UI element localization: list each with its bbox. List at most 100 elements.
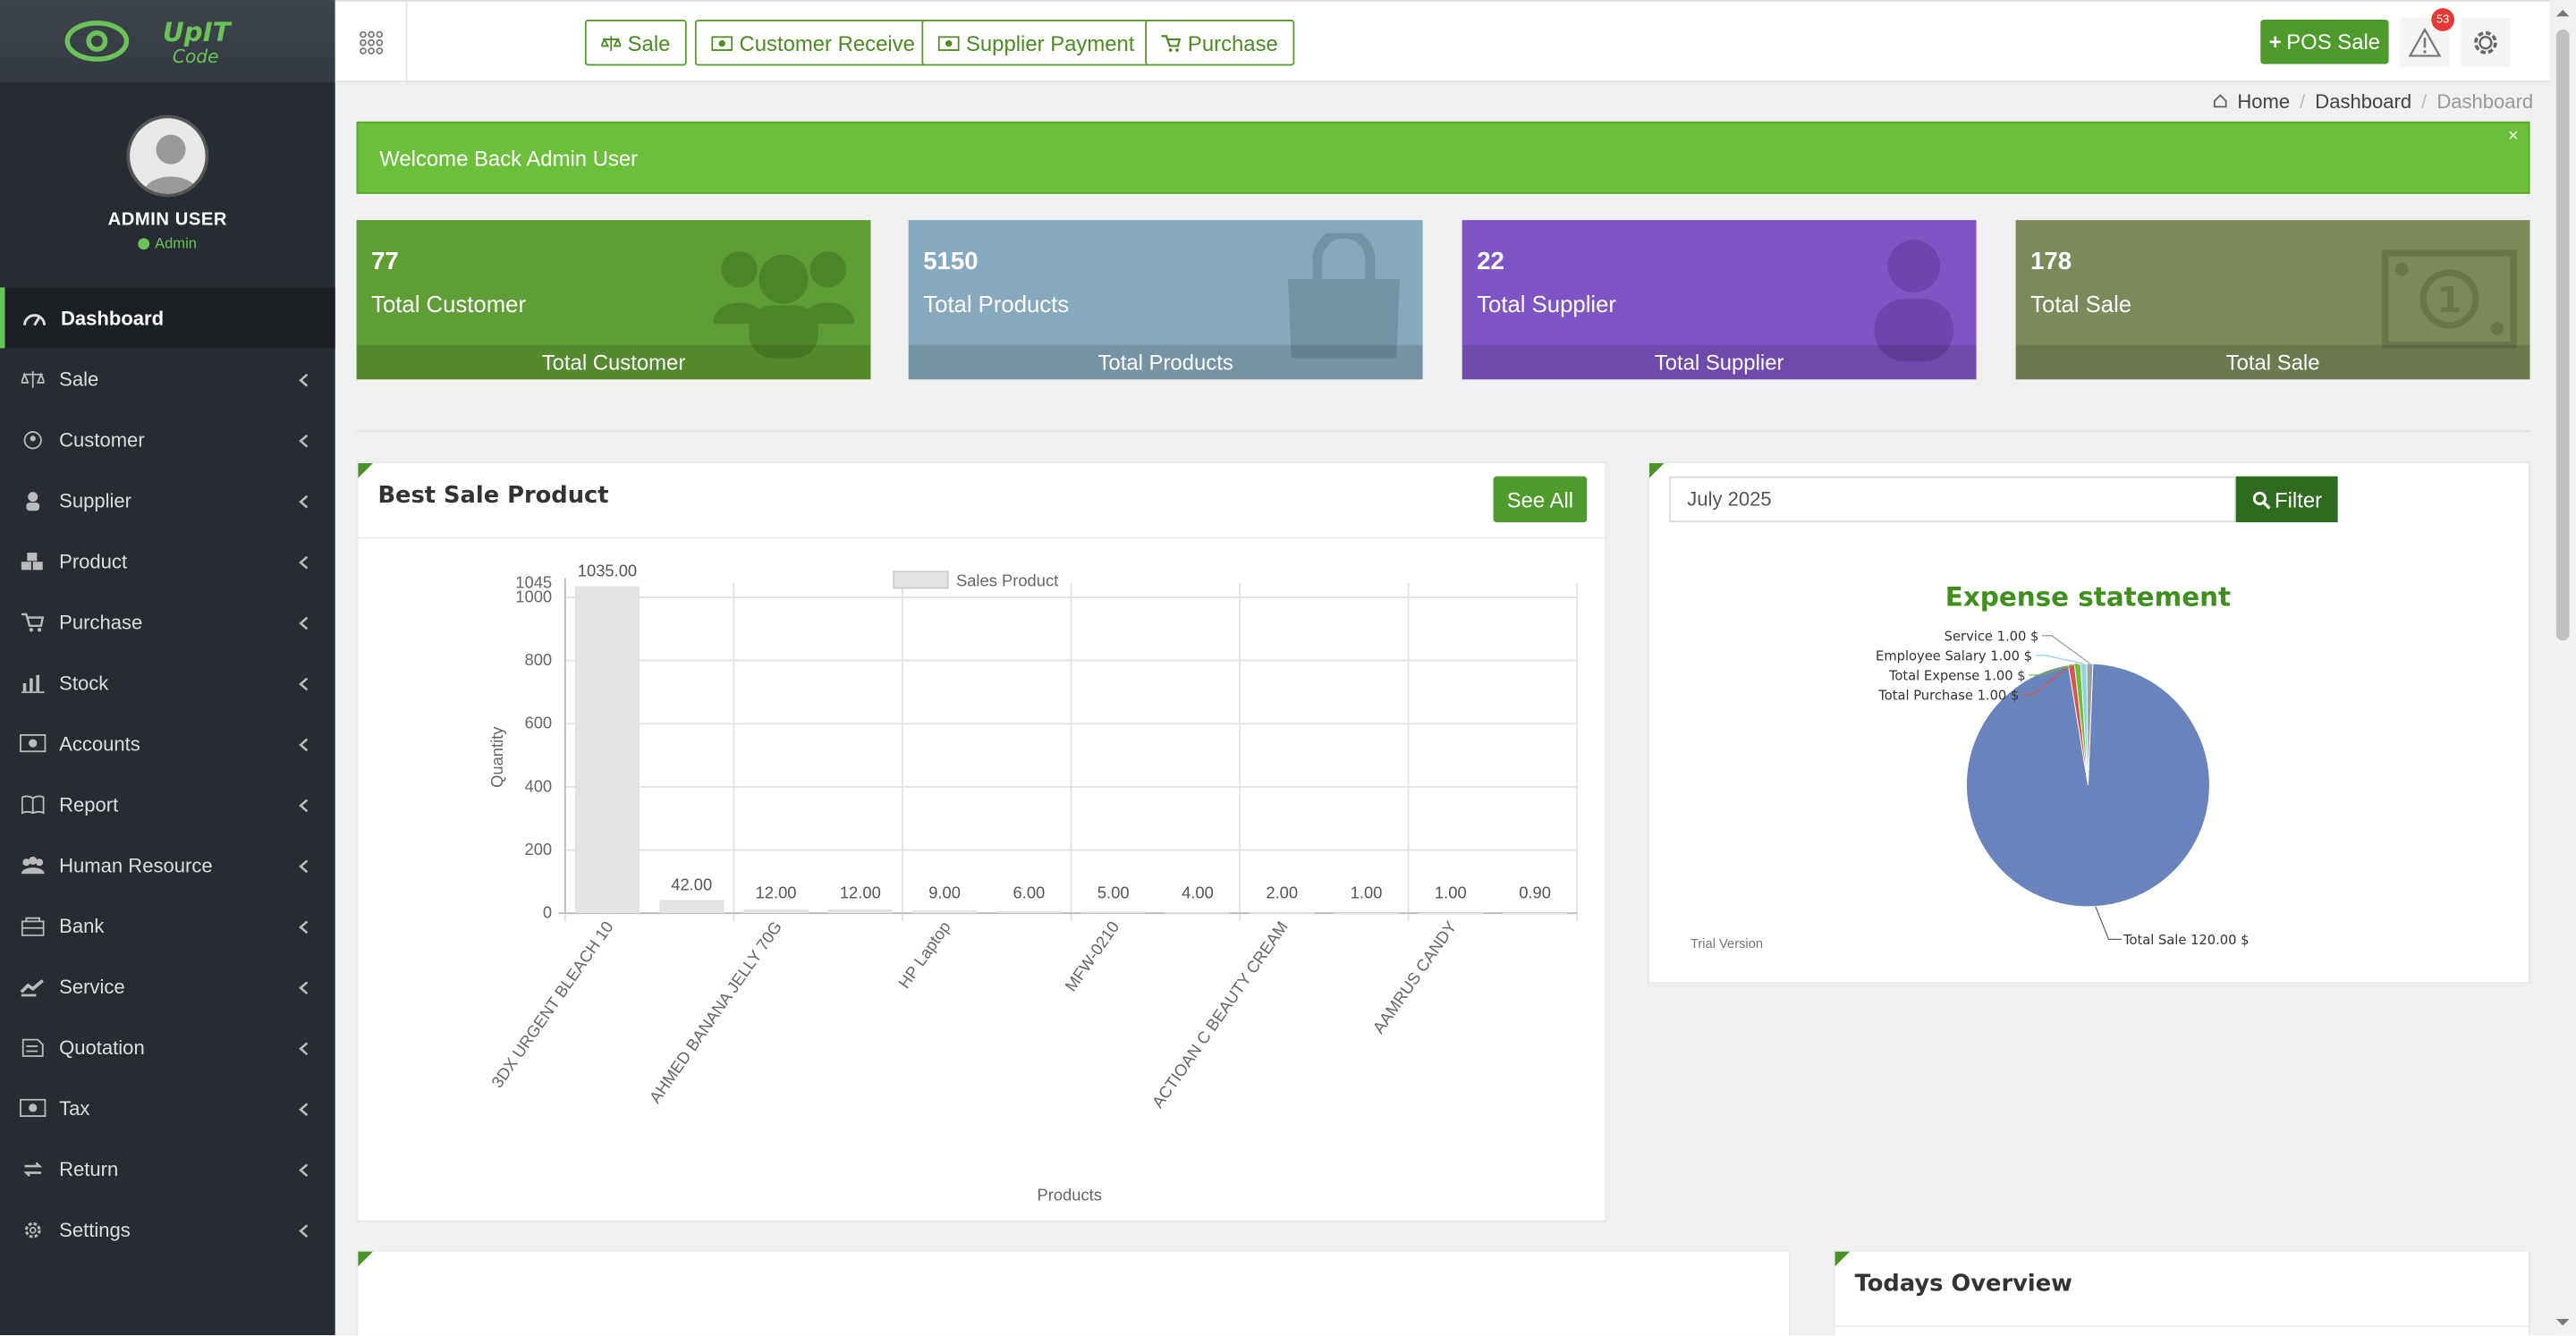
- x-tick-label: MFW-0210: [1061, 917, 1123, 994]
- chart-bar[interactable]: [1419, 913, 1483, 915]
- chevron-left-icon: [299, 491, 309, 514]
- chevron-left-icon: [299, 1221, 309, 1244]
- sidebar-item-purchase[interactable]: Purchase: [0, 591, 335, 652]
- bar-value-label: 12.00: [756, 884, 797, 902]
- stat-footer: Total Customer: [357, 345, 871, 380]
- logo[interactable]: UpIT Code: [0, 0, 335, 82]
- chart-bar[interactable]: [743, 909, 808, 913]
- sidebar-item-supplier[interactable]: Supplier: [0, 469, 335, 530]
- sidebar-item-settings[interactable]: Settings: [0, 1199, 335, 1260]
- month-picker-input[interactable]: July 2025: [1669, 477, 2236, 522]
- pie-label: Service 1.00 $: [1945, 629, 2039, 644]
- pie-label: Total Sale 120.00 $: [2123, 933, 2250, 948]
- vertical-scrollbar[interactable]: [2550, 0, 2576, 1335]
- card-title: Best Sale Product: [377, 483, 608, 509]
- sidebar-item-product[interactable]: Product: [0, 530, 335, 591]
- sidebar-item-sale[interactable]: Sale: [0, 348, 335, 409]
- stat-value: 22: [1477, 248, 1504, 275]
- cart-icon: [20, 608, 46, 634]
- sidebar-item-accounts[interactable]: Accounts: [0, 713, 335, 774]
- sidebar-item-tax[interactable]: Tax: [0, 1078, 335, 1138]
- stat-card-suppliers[interactable]: 22 Total Supplier Total Supplier: [1462, 220, 1977, 379]
- stat-card-customers[interactable]: 77 Total Customer Total Customer: [357, 220, 871, 379]
- card-corner-marker: [1649, 463, 1665, 478]
- stat-label: Total Supplier: [1477, 291, 1616, 317]
- card-title: Todays Overview: [1855, 1272, 2072, 1298]
- logo-icon: UpIT Code: [61, 16, 275, 65]
- chevron-left-icon: [299, 1099, 309, 1122]
- chart-bar[interactable]: [659, 900, 724, 913]
- stat-label: Total Customer: [371, 291, 526, 317]
- customer-icon: [20, 427, 46, 452]
- chart-bar[interactable]: [828, 909, 893, 913]
- tax-icon: [20, 1095, 46, 1120]
- x-tick-label: AHMED BANANA JELLY 70G: [645, 917, 785, 1106]
- sidebar-item-service[interactable]: Service: [0, 956, 335, 1017]
- scroll-down-icon: [2550, 1313, 2576, 1332]
- chevron-left-icon: [299, 613, 309, 636]
- sidebar-menu: Dashboard Sale Customer Supplier Product…: [0, 287, 335, 1259]
- quick-sale-button[interactable]: Sale: [585, 20, 687, 65]
- close-alert-button[interactable]: ×: [2508, 126, 2519, 146]
- sidebar-item-human-resource[interactable]: Human Resource: [0, 834, 335, 895]
- scroll-up-icon: [2550, 4, 2576, 23]
- bar-value-label: 9.00: [928, 884, 961, 902]
- x-tick-label: AAMRUS CANDY: [1368, 917, 1460, 1036]
- stock-icon: [20, 669, 46, 695]
- dashboard-icon: [21, 305, 47, 331]
- chart-bar[interactable]: [1334, 913, 1398, 915]
- pos-sale-button[interactable]: +POS Sale: [2260, 20, 2388, 64]
- expense-statement-card: July 2025 Filter Expense statement Total…: [1648, 461, 2529, 984]
- online-status-icon: [139, 238, 150, 249]
- bar-value-label: 1.00: [1351, 884, 1383, 902]
- best-sale-product-card: Best Sale Product See All 02004006008001…: [357, 461, 1607, 1222]
- stat-card-products[interactable]: 5150 Total Products Total Products: [909, 220, 1423, 379]
- sidebar: UpIT Code ADMIN USER Admin Dashboard Sal…: [0, 0, 335, 1335]
- scrollbar-thumb[interactable]: [2556, 30, 2570, 640]
- chart-bar[interactable]: [1081, 911, 1146, 913]
- service-icon: [20, 973, 46, 999]
- filter-button[interactable]: Filter: [2236, 477, 2338, 522]
- bar-value-label: 12.00: [840, 884, 881, 902]
- stat-card-sales[interactable]: 178 Total Sale 1 Total Sale: [2016, 220, 2530, 379]
- breadcrumb-home[interactable]: Home: [2237, 90, 2290, 114]
- pie-label: Employee Salary 1.00 $: [1876, 648, 2032, 664]
- sidebar-item-customer[interactable]: Customer: [0, 409, 335, 469]
- stat-footer: Total Products: [909, 345, 1423, 380]
- chart-bar[interactable]: [912, 910, 977, 913]
- legend-label[interactable]: Sales Product: [956, 571, 1058, 590]
- top-navbar: Sale Customer Receive Supplier Payment P…: [335, 0, 2550, 82]
- legend-swatch: [894, 571, 948, 588]
- quick-purchase-button[interactable]: Purchase: [1145, 20, 1294, 65]
- chevron-left-icon: [299, 856, 309, 879]
- main-content: Sale Customer Receive Supplier Payment P…: [335, 0, 2550, 1335]
- chart-bar[interactable]: [1250, 912, 1314, 914]
- chevron-left-icon: [299, 369, 309, 393]
- apps-grid-button[interactable]: [335, 2, 408, 84]
- gear-icon: [2470, 26, 2503, 59]
- chart-bar[interactable]: [1503, 913, 1567, 915]
- customer-receive-button[interactable]: Customer Receive: [695, 20, 931, 65]
- sidebar-item-report[interactable]: Report: [0, 774, 335, 834]
- sidebar-item-bank[interactable]: Bank: [0, 895, 335, 956]
- sidebar-item-quotation[interactable]: Quotation: [0, 1017, 335, 1078]
- sidebar-item-stock[interactable]: Stock: [0, 652, 335, 713]
- settings-button[interactable]: [2461, 18, 2510, 67]
- users-icon: [20, 851, 46, 877]
- supplier-payment-button[interactable]: Supplier Payment: [921, 20, 1150, 65]
- chart-bar[interactable]: [996, 911, 1061, 913]
- sidebar-item-dashboard[interactable]: Dashboard: [0, 287, 335, 348]
- search-icon: [2251, 490, 2269, 508]
- breadcrumb: Home / Dashboard / Dashboard: [2213, 90, 2533, 114]
- breadcrumb-parent[interactable]: Dashboard: [2315, 90, 2411, 114]
- bar-value-label: 5.00: [1097, 884, 1130, 902]
- avatar[interactable]: [126, 115, 208, 198]
- user-profile: ADMIN USER Admin: [0, 82, 335, 288]
- section-divider: [357, 430, 2530, 432]
- todays-overview-card: Todays Overview: [1834, 1250, 2530, 1336]
- sidebar-item-return[interactable]: Return: [0, 1138, 335, 1199]
- see-all-button[interactable]: See All: [1494, 477, 1588, 522]
- chart-bar[interactable]: [1165, 912, 1230, 914]
- product-icon: [20, 548, 46, 574]
- chart-bar[interactable]: [575, 587, 640, 914]
